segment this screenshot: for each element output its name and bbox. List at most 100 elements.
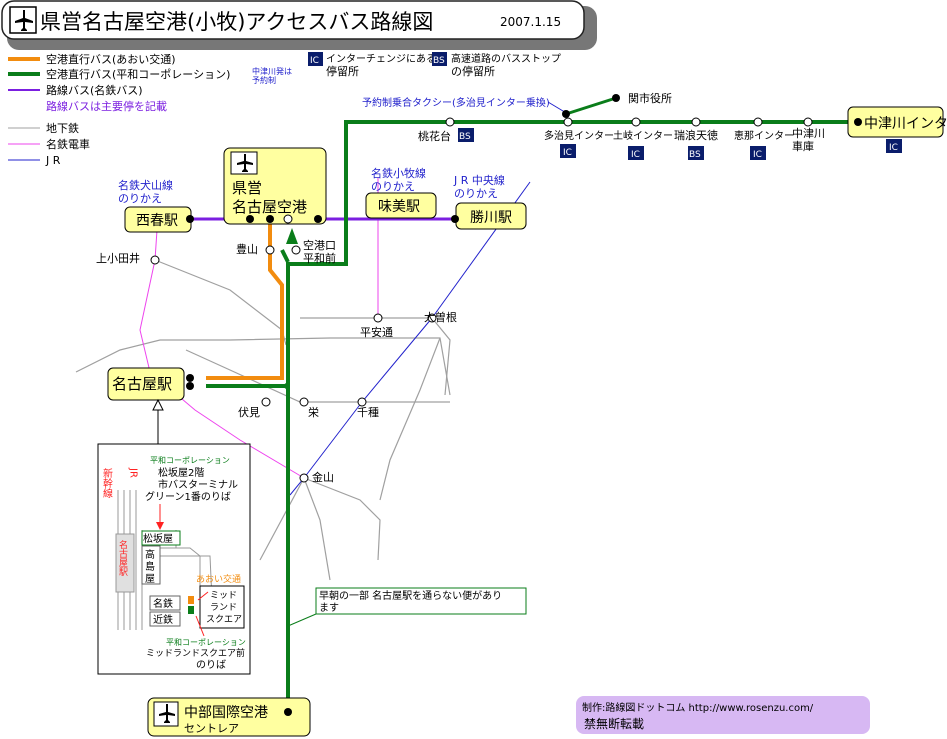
badge-tokadai-label: BS <box>459 132 471 142</box>
station-label-centrair1: 中部国際空港 <box>184 705 268 721</box>
station-label-centrair2: セントレア <box>184 722 239 735</box>
legend-main-stops: 路線バスは主要停を記載 <box>46 99 167 113</box>
inset-jr: JR <box>128 467 139 478</box>
inset-aoi-label: あおい交通 <box>196 573 241 585</box>
stop-chikusa: 千種 <box>357 405 379 419</box>
inset-taka2: 島 <box>145 560 155 573</box>
legend-meitetsu-bus: 路線バス(名鉄バス) <box>46 83 143 97</box>
inset-kintetsu-label: 近鉄 <box>153 613 173 626</box>
stop-fushimi-marker <box>261 397 271 407</box>
station-label-nakatsugawa: 中津川インター <box>864 116 947 132</box>
terminal-kachigawa-marker <box>451 215 459 223</box>
stop-mizunami: 瑞浪天徳 <box>674 128 718 142</box>
inset-heiwa-info1: 松坂屋2階 <box>158 466 204 479</box>
badge-mizunami-label: BS <box>689 150 701 160</box>
station-nakatsugawa: 中津川インター <box>847 106 947 138</box>
early-note-line1: 早朝の一部 名古屋駅を通らない便があり <box>319 589 502 602</box>
stop-kamiotai: 上小田井 <box>96 251 140 265</box>
stop-heian: 平安通 <box>360 325 393 339</box>
direction-arrow <box>286 228 298 244</box>
terminal-nagoya-marker2 <box>186 382 194 390</box>
inset-midland3: スクエア <box>206 614 242 625</box>
inset-midland1: ミッド <box>210 591 237 601</box>
airplane-icon <box>9 6 37 34</box>
stop-kukoguchi1: 空港口 <box>303 238 336 252</box>
stop-garage1: 中津川 <box>792 127 825 140</box>
station-label-nishiharu: 西春駅 <box>136 213 178 229</box>
inset-heiwa-stop <box>188 606 194 614</box>
inset-pointer-head <box>152 398 164 411</box>
transfer-inuyama2: のりかえ <box>118 192 162 205</box>
station-label-airport2: 名古屋空港 <box>232 198 307 216</box>
stop-tajimi-marker <box>563 117 573 127</box>
terminal-nakatsugawa-marker <box>854 118 862 126</box>
stop-toki-marker <box>631 117 641 127</box>
terminal-airport-marker <box>266 215 274 223</box>
legend-jr: J R <box>45 154 61 167</box>
stop-tokadai: 桃花台 <box>418 129 451 143</box>
stop-sakae-marker <box>299 397 309 407</box>
terminal-cityhall-marker <box>612 94 620 102</box>
stop-ena: 恵那インター <box>734 129 794 142</box>
badge-ena-label: IC <box>753 150 762 160</box>
stop-toki: 土岐インター <box>613 129 673 142</box>
inset-taka1: 高 <box>145 548 155 561</box>
transfer-komaki1: 名鉄小牧線 <box>371 166 426 180</box>
page-title: 県営名古屋空港(小牧)アクセスバス路線図 <box>40 10 433 34</box>
credit-line1: 制作:路線図ドットコム http://www.rosenzu.com/ <box>582 701 814 714</box>
badge-toki-label: IC <box>631 150 640 160</box>
inset-matsuzakaya-label: 松坂屋 <box>143 532 173 545</box>
legend-aoi: 空港直行バス(あおい交通) <box>46 52 176 66</box>
station-kachigawa: 勝川駅 <box>455 202 527 230</box>
legend-heiwa-note2: 予約制 <box>252 75 276 85</box>
stop-ena-marker <box>753 117 763 127</box>
stop-mizunami-marker <box>691 117 701 127</box>
stop-toyoyama: 豊山 <box>236 243 258 256</box>
stop-garage2: 車庫 <box>792 139 814 153</box>
inset-heiwa-stop1: ミッドランドスクエア前 <box>146 647 245 659</box>
transfer-chuo1: J R 中央線 <box>453 173 505 187</box>
stop-kanayama: 金山 <box>312 470 334 484</box>
inset-heiwa-stop2: のりば <box>196 659 226 671</box>
station-centrair: 中部国際空港 セントレア <box>147 697 311 737</box>
early-note-line2: ます <box>319 602 339 614</box>
station-label-airport1: 県営 <box>232 179 262 197</box>
inset-heiwa-info2: 市バスターミナル <box>158 478 238 491</box>
legend-subway: 地下鉄 <box>46 121 79 135</box>
terminal-nagoya-marker1 <box>186 374 194 382</box>
station-label-kachigawa: 勝川駅 <box>470 210 512 226</box>
stop-toyoyama-marker <box>265 245 275 255</box>
inset-taka3: 屋 <box>145 573 155 585</box>
stop-airport-bus-marker <box>283 214 293 224</box>
stop-kanayama-marker <box>299 473 309 483</box>
route-map: 県営名古屋空港(小牧)アクセスバス路線図 2007.1.15 空港直行バス(あお… <box>1 0 947 737</box>
stop-ozone: 大曽根 <box>424 310 457 324</box>
stop-chikusa-marker <box>357 397 367 407</box>
terminal-nishiharu-marker <box>186 215 194 223</box>
legend-meitetsu-train: 名鉄電車 <box>46 137 90 151</box>
station-nagoya: 名古屋駅 <box>107 367 185 401</box>
station-label-ajima: 味美駅 <box>378 199 420 215</box>
legend-heiwa: 空港直行バス(平和コーポレーション) <box>46 67 230 81</box>
bs-badge-label: BS <box>433 56 445 66</box>
inset-meitetsu-label: 名鉄 <box>153 597 173 610</box>
stop-garage-marker <box>803 117 813 127</box>
inset-map: 新幹線 JR 名古屋駅 平和コーポレーション 松坂屋2階 市バスターミナル グリ… <box>97 443 251 675</box>
legend-bs-text2: の停留所 <box>451 64 495 78</box>
inset-heiwa-label: 平和コーポレーション <box>150 456 230 465</box>
taxi-note: 予約制乗合タクシー(多治見インター乗換) <box>362 96 550 109</box>
station-ajima: 味美駅 <box>365 192 437 219</box>
badge-tajimi-label: IC <box>563 148 572 158</box>
legend-ic-text2: 停留所 <box>326 64 359 78</box>
stop-tokadai-marker <box>445 117 455 127</box>
legend-ic-text1: インターチェンジにある <box>326 53 436 65</box>
inset-aoi-stop <box>188 596 194 604</box>
terminal-airport-marker2 <box>246 215 254 223</box>
stop-heian-marker <box>373 313 383 323</box>
stop-kamiotai-marker <box>150 255 160 265</box>
credit-line2: 禁無断転載 <box>584 716 644 731</box>
stop-cityhall: 関市役所 <box>628 91 672 105</box>
badge-nakatsugawa-label: IC <box>889 143 898 153</box>
inset-heiwa-info3: グリーン1番のりば <box>145 490 231 503</box>
legend-heiwa-note1: 中津川発は <box>252 66 292 76</box>
